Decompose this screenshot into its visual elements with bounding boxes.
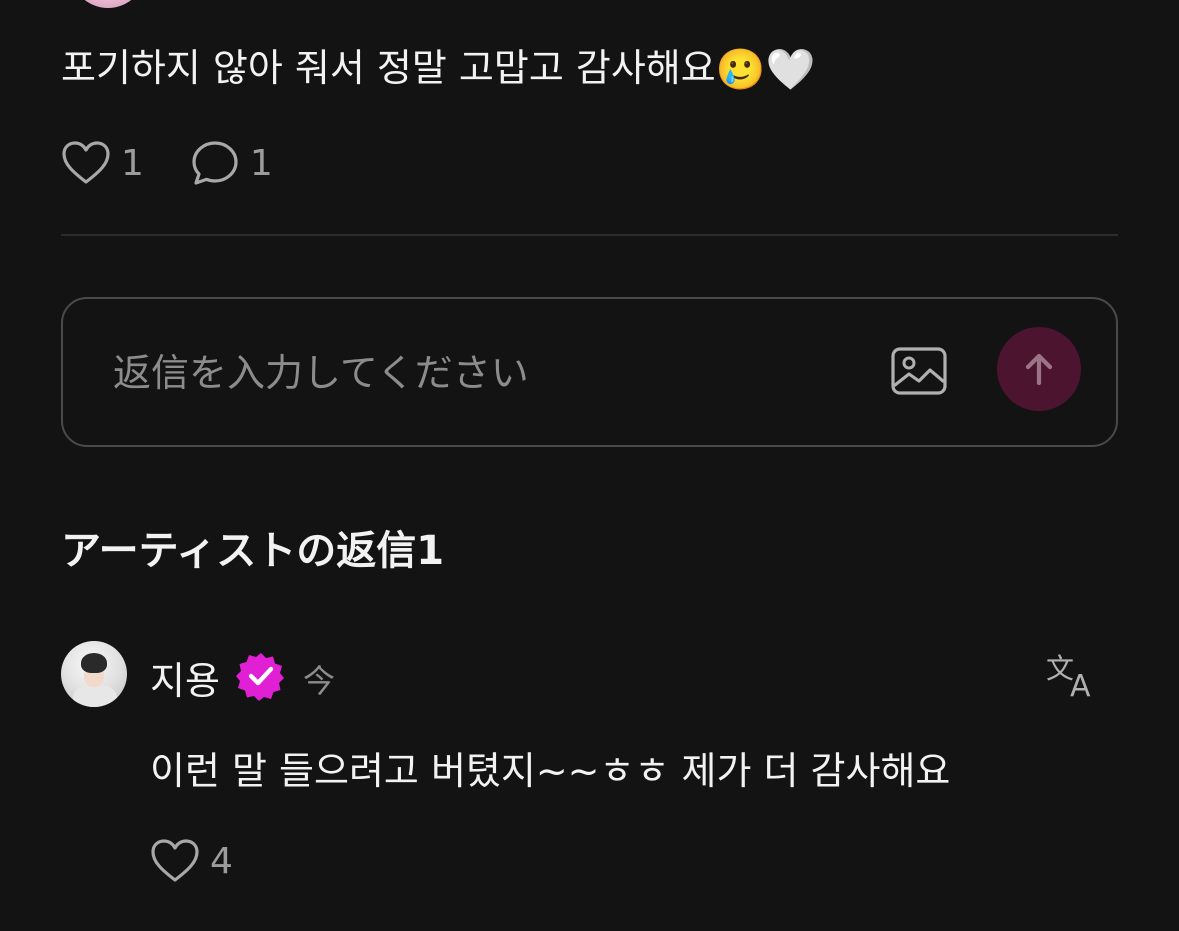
- heart-icon: [151, 839, 199, 882]
- reply-like-count: 4: [210, 840, 233, 882]
- like-count: 1: [121, 142, 144, 184]
- avatar[interactable]: [61, 641, 127, 707]
- image-icon[interactable]: [889, 341, 949, 401]
- post-detail-screen: 포기하지 않아 줘서 정말 고맙고 감사해요🥲🤍 1 1 返信を入力してください…: [0, 0, 1179, 931]
- heart-icon: [62, 141, 110, 184]
- author-name[interactable]: 지용: [150, 650, 220, 705]
- reply-actions: 4: [150, 838, 279, 884]
- comment-icon: [192, 141, 238, 185]
- reply-composer: [61, 297, 1118, 447]
- post-text-body: 포기하지 않아 줘서 정말 고맙고 감사해요: [61, 46, 716, 90]
- comment-count: 1: [249, 142, 273, 184]
- reply-like-button[interactable]: 4: [150, 838, 233, 884]
- like-button[interactable]: 1: [61, 140, 144, 186]
- post-emojis: 🥲🤍: [715, 47, 816, 93]
- post-actions: 1 1: [61, 140, 319, 186]
- timestamp: 今: [303, 662, 336, 700]
- divider: [61, 234, 1118, 236]
- arrow-up-icon: [1025, 353, 1053, 386]
- reply-input[interactable]: [111, 342, 875, 404]
- verified-badge-icon: [236, 653, 284, 701]
- translate-icon[interactable]: 文 A: [1044, 650, 1100, 700]
- post-text: 포기하지 않아 줘서 정말 고맙고 감사해요🥲🤍: [61, 40, 815, 98]
- previous-avatar[interactable]: [72, 0, 144, 8]
- svg-text:A: A: [1070, 669, 1091, 700]
- artist-replies-title: アーティストの返信1: [61, 528, 445, 574]
- send-button[interactable]: [997, 327, 1081, 411]
- reply-text: 이런 말 들으려고 버텼지~~ㅎㅎ 제가 더 감사해요: [150, 749, 951, 793]
- comment-button[interactable]: 1: [190, 140, 273, 186]
